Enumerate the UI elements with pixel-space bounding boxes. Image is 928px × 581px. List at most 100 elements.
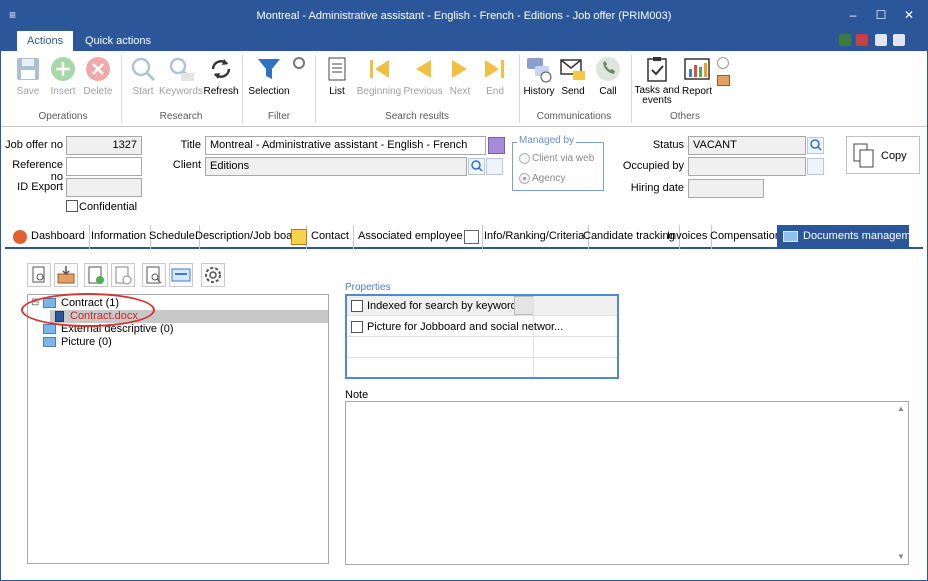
section-tab-strip: Dashboard Information Schedule Descripti… xyxy=(5,225,926,249)
settings-button[interactable] xyxy=(201,263,225,287)
filter-settings-gear-icon[interactable] xyxy=(293,57,305,69)
group-search-results-label: Search results xyxy=(385,111,449,122)
tab-information[interactable]: Information xyxy=(87,225,152,249)
client-open-icon[interactable] xyxy=(486,158,503,175)
tab-quick-actions[interactable]: Quick actions xyxy=(75,31,161,51)
group-others-label: Others xyxy=(669,111,700,122)
keywords-search-icon xyxy=(167,55,195,83)
title-field[interactable]: Montreal - Administrative assistant - En… xyxy=(205,136,486,155)
client-field[interactable]: Editions xyxy=(205,157,467,176)
delete-button[interactable]: Delete xyxy=(78,55,118,101)
property-label: Indexed for search by keywords xyxy=(367,300,523,312)
dashboard-gauge-icon xyxy=(13,230,27,244)
bar-chart-icon xyxy=(683,55,711,83)
list-scroll-icon xyxy=(323,55,351,83)
tab-dashboard[interactable]: Dashboard xyxy=(9,225,90,249)
folder-icon xyxy=(43,324,56,334)
property-row-empty xyxy=(347,338,617,358)
end-button[interactable]: End xyxy=(475,55,515,101)
lock-icon[interactable] xyxy=(893,34,905,46)
envelope-icon xyxy=(559,55,587,83)
report-button[interactable]: Report xyxy=(677,55,717,101)
occupied-by-label: Occupied by xyxy=(622,160,684,172)
delete-icon xyxy=(84,55,112,83)
window-form-icon xyxy=(171,268,191,282)
group-operations-label: Operations xyxy=(38,111,88,122)
jobboard-picture-checkbox[interactable] xyxy=(351,321,363,333)
close-button[interactable]: ✕ xyxy=(895,5,923,25)
maximize-button[interactable]: ☐ xyxy=(867,5,895,25)
gear-icon xyxy=(205,267,221,283)
confidential-checkbox[interactable] xyxy=(66,200,78,212)
title-translate-icon[interactable] xyxy=(488,137,505,154)
radio-client-via-web[interactable] xyxy=(519,153,530,164)
plus-icon xyxy=(49,55,77,83)
indexed-search-checkbox[interactable] xyxy=(351,300,363,312)
scroll-down-icon[interactable]: ▼ xyxy=(896,552,906,562)
note-textarea[interactable]: ▲ ▼ xyxy=(345,401,909,565)
document-history-button[interactable] xyxy=(111,263,135,287)
reference-no-field[interactable] xyxy=(66,157,142,176)
selection-button[interactable]: Selection xyxy=(248,55,290,101)
agency-label: Agency xyxy=(532,173,566,184)
document-tree: ⊟ Contract (1) Contract.docx External de… xyxy=(27,294,329,564)
client-search-icon[interactable] xyxy=(468,158,485,175)
window-title: Montreal - Administrative assistant - En… xyxy=(256,10,672,22)
status-search-icon[interactable] xyxy=(807,137,824,154)
tree-node-label: Picture (0) xyxy=(61,336,112,348)
radio-agency[interactable] xyxy=(519,173,530,184)
inbox-tray-icon[interactable] xyxy=(717,75,730,86)
job-offer-no-field[interactable]: 1327 xyxy=(66,136,142,155)
tab-contact[interactable]: Contact xyxy=(287,225,354,249)
calendar-icon[interactable] xyxy=(856,34,868,46)
copy-button[interactable]: Copy xyxy=(846,136,920,174)
next-record-icon xyxy=(446,55,474,83)
tab-info-ranking-criteria[interactable]: Info/Ranking/Criteria xyxy=(460,225,590,249)
save-icon xyxy=(14,55,42,83)
reference-no-label: Reference no xyxy=(12,159,63,183)
history-chat-icon xyxy=(525,55,553,83)
group-communications-label: Communications xyxy=(536,111,612,122)
document-search-icon xyxy=(32,266,45,283)
status-field[interactable]: VACANT xyxy=(688,136,806,155)
inbox-tray-icon xyxy=(57,266,75,284)
scroll-up-icon[interactable]: ▲ xyxy=(896,404,906,414)
document-add-icon xyxy=(88,266,104,284)
tab-documents-management[interactable]: Documents management xyxy=(777,225,926,249)
folder-icon xyxy=(43,337,56,347)
ribbon-tab-strip: Actions Quick actions xyxy=(1,31,927,51)
id-export-field[interactable] xyxy=(66,178,142,197)
minimize-button[interactable]: – xyxy=(839,5,867,25)
calculator-icon[interactable] xyxy=(839,34,851,46)
gear-icon[interactable] xyxy=(514,296,534,315)
reminder-clock-icon[interactable] xyxy=(717,57,729,69)
add-document-button[interactable] xyxy=(84,263,108,287)
tab-invoices[interactable]: Invoices xyxy=(663,225,713,249)
view-document-button[interactable] xyxy=(142,263,166,287)
call-button[interactable]: Call xyxy=(588,55,628,101)
status-label: Status xyxy=(652,139,684,151)
occupied-by-open-icon[interactable] xyxy=(807,158,824,175)
tab-actions[interactable]: Actions xyxy=(17,31,74,51)
document-properties-button[interactable] xyxy=(169,263,193,287)
preview-document-button[interactable] xyxy=(27,263,51,287)
managed-by-group: Managed by Client via web Agency xyxy=(512,135,604,191)
hiring-date-field[interactable] xyxy=(688,179,764,198)
phone-icon xyxy=(594,55,622,83)
refresh-icon xyxy=(207,55,235,83)
properties-label: Properties xyxy=(345,282,391,293)
property-row[interactable]: Indexed for search by keywords xyxy=(347,296,617,316)
title-bar: ≡ Montreal - Administrative assistant - … xyxy=(1,1,927,31)
occupied-by-field[interactable] xyxy=(688,157,806,176)
property-row[interactable]: Picture for Jobboard and social networ..… xyxy=(347,317,617,337)
previous-record-icon xyxy=(409,55,437,83)
group-separator xyxy=(631,55,632,123)
import-document-button[interactable] xyxy=(54,263,78,287)
print-icon[interactable] xyxy=(875,34,887,46)
ribbon: Save Insert Delete Operations Start Keyw… xyxy=(1,51,927,127)
beginning-button[interactable]: Beginning xyxy=(357,55,401,101)
copy-label: Copy xyxy=(881,150,907,162)
copy-icon xyxy=(853,143,874,168)
refresh-button[interactable]: Refresh xyxy=(201,55,241,101)
list-button[interactable]: List xyxy=(317,55,357,101)
